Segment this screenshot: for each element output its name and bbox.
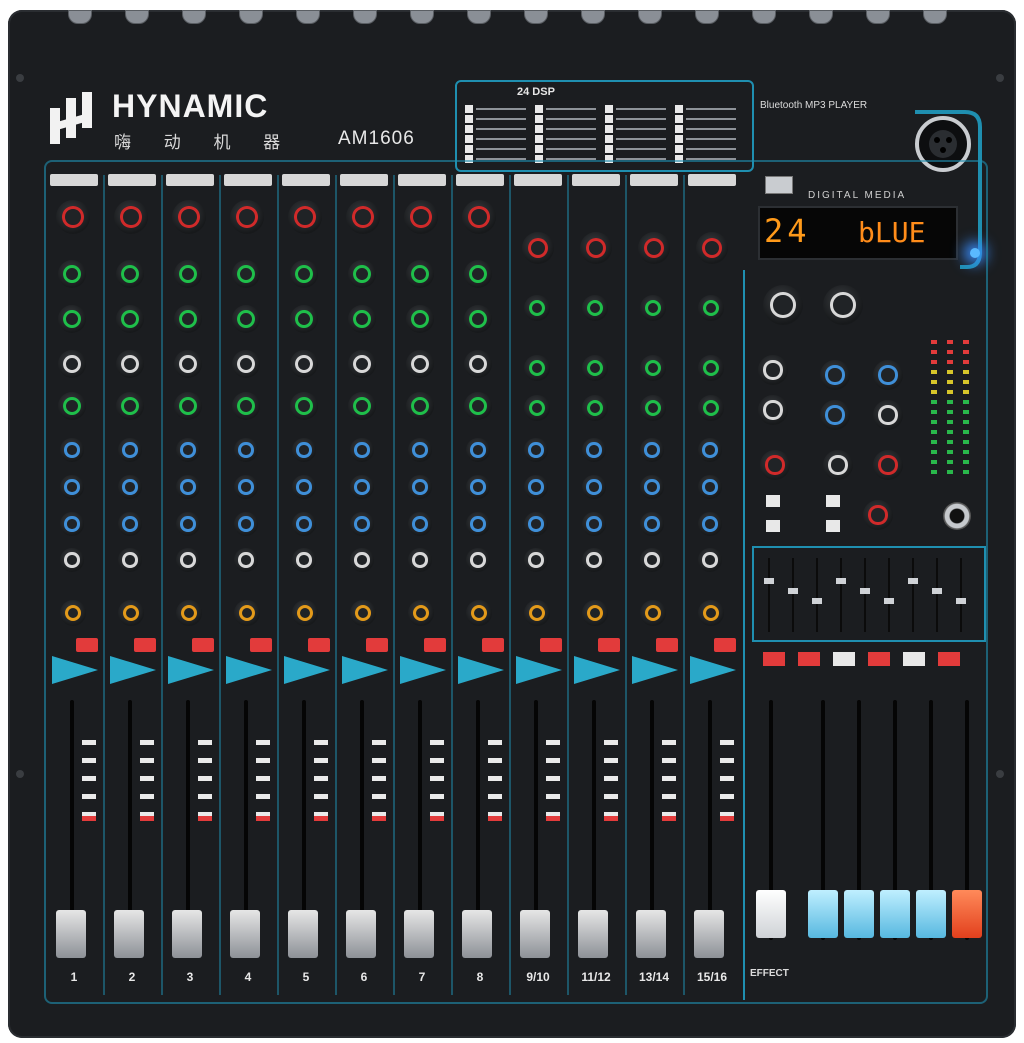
model-number: AM1606 xyxy=(338,128,415,149)
screw xyxy=(996,770,1004,778)
rear-jack xyxy=(752,10,776,24)
screw xyxy=(996,74,1004,82)
dsp-effect-item xyxy=(675,104,741,114)
rear-jack-row xyxy=(28,10,1008,24)
dsp-effect-item xyxy=(535,104,601,114)
dsp-effect-item xyxy=(675,134,741,144)
dsp-effect-item xyxy=(675,124,741,134)
rear-jack xyxy=(410,10,434,24)
rear-jack xyxy=(809,10,833,24)
rear-jack xyxy=(581,10,605,24)
screw xyxy=(16,770,24,778)
dsp-effect-item xyxy=(465,134,531,144)
dsp-effect-item xyxy=(605,114,671,124)
bluetooth-title: Bluetooth MP3 PLAYER xyxy=(760,100,868,111)
rear-jack xyxy=(239,10,263,24)
dsp-title: 24 DSP xyxy=(517,86,555,98)
rear-jack xyxy=(923,10,947,24)
rear-jack xyxy=(68,10,92,24)
dsp-effect-panel: 24 DSP xyxy=(455,80,754,172)
dsp-effect-item xyxy=(675,114,741,124)
rear-jack xyxy=(125,10,149,24)
dsp-effect-item xyxy=(535,124,601,134)
dsp-effect-item xyxy=(535,114,601,124)
dsp-effect-list xyxy=(465,104,745,164)
rear-jack xyxy=(353,10,377,24)
rear-jack xyxy=(638,10,662,24)
rear-jack xyxy=(467,10,491,24)
dsp-effect-item xyxy=(465,114,531,124)
dsp-effect-item xyxy=(465,104,531,114)
brand-logo-icon xyxy=(50,92,92,144)
rear-jack xyxy=(296,10,320,24)
dsp-effect-item xyxy=(535,144,601,154)
screw xyxy=(16,74,24,82)
dsp-effect-item xyxy=(465,124,531,134)
rear-jack xyxy=(695,10,719,24)
dsp-effect-item xyxy=(605,124,671,134)
rear-jack xyxy=(524,10,548,24)
dsp-effect-item xyxy=(605,134,671,144)
rear-jack xyxy=(182,10,206,24)
dsp-effect-item xyxy=(535,134,601,144)
dsp-effect-item xyxy=(675,144,741,154)
brand-subtitle: 嗨 动 机 器 xyxy=(114,133,295,152)
control-panel-outline xyxy=(44,160,988,1004)
brand-name: HYNAMIC xyxy=(112,88,269,124)
dsp-effect-item xyxy=(605,144,671,154)
dsp-effect-item xyxy=(465,144,531,154)
mixer-body: HYNAMIC 嗨 动 机 器 AM1606 24 DSP Bluetooth … xyxy=(8,10,1016,1038)
dsp-effect-item xyxy=(605,104,671,114)
rear-jack xyxy=(866,10,890,24)
